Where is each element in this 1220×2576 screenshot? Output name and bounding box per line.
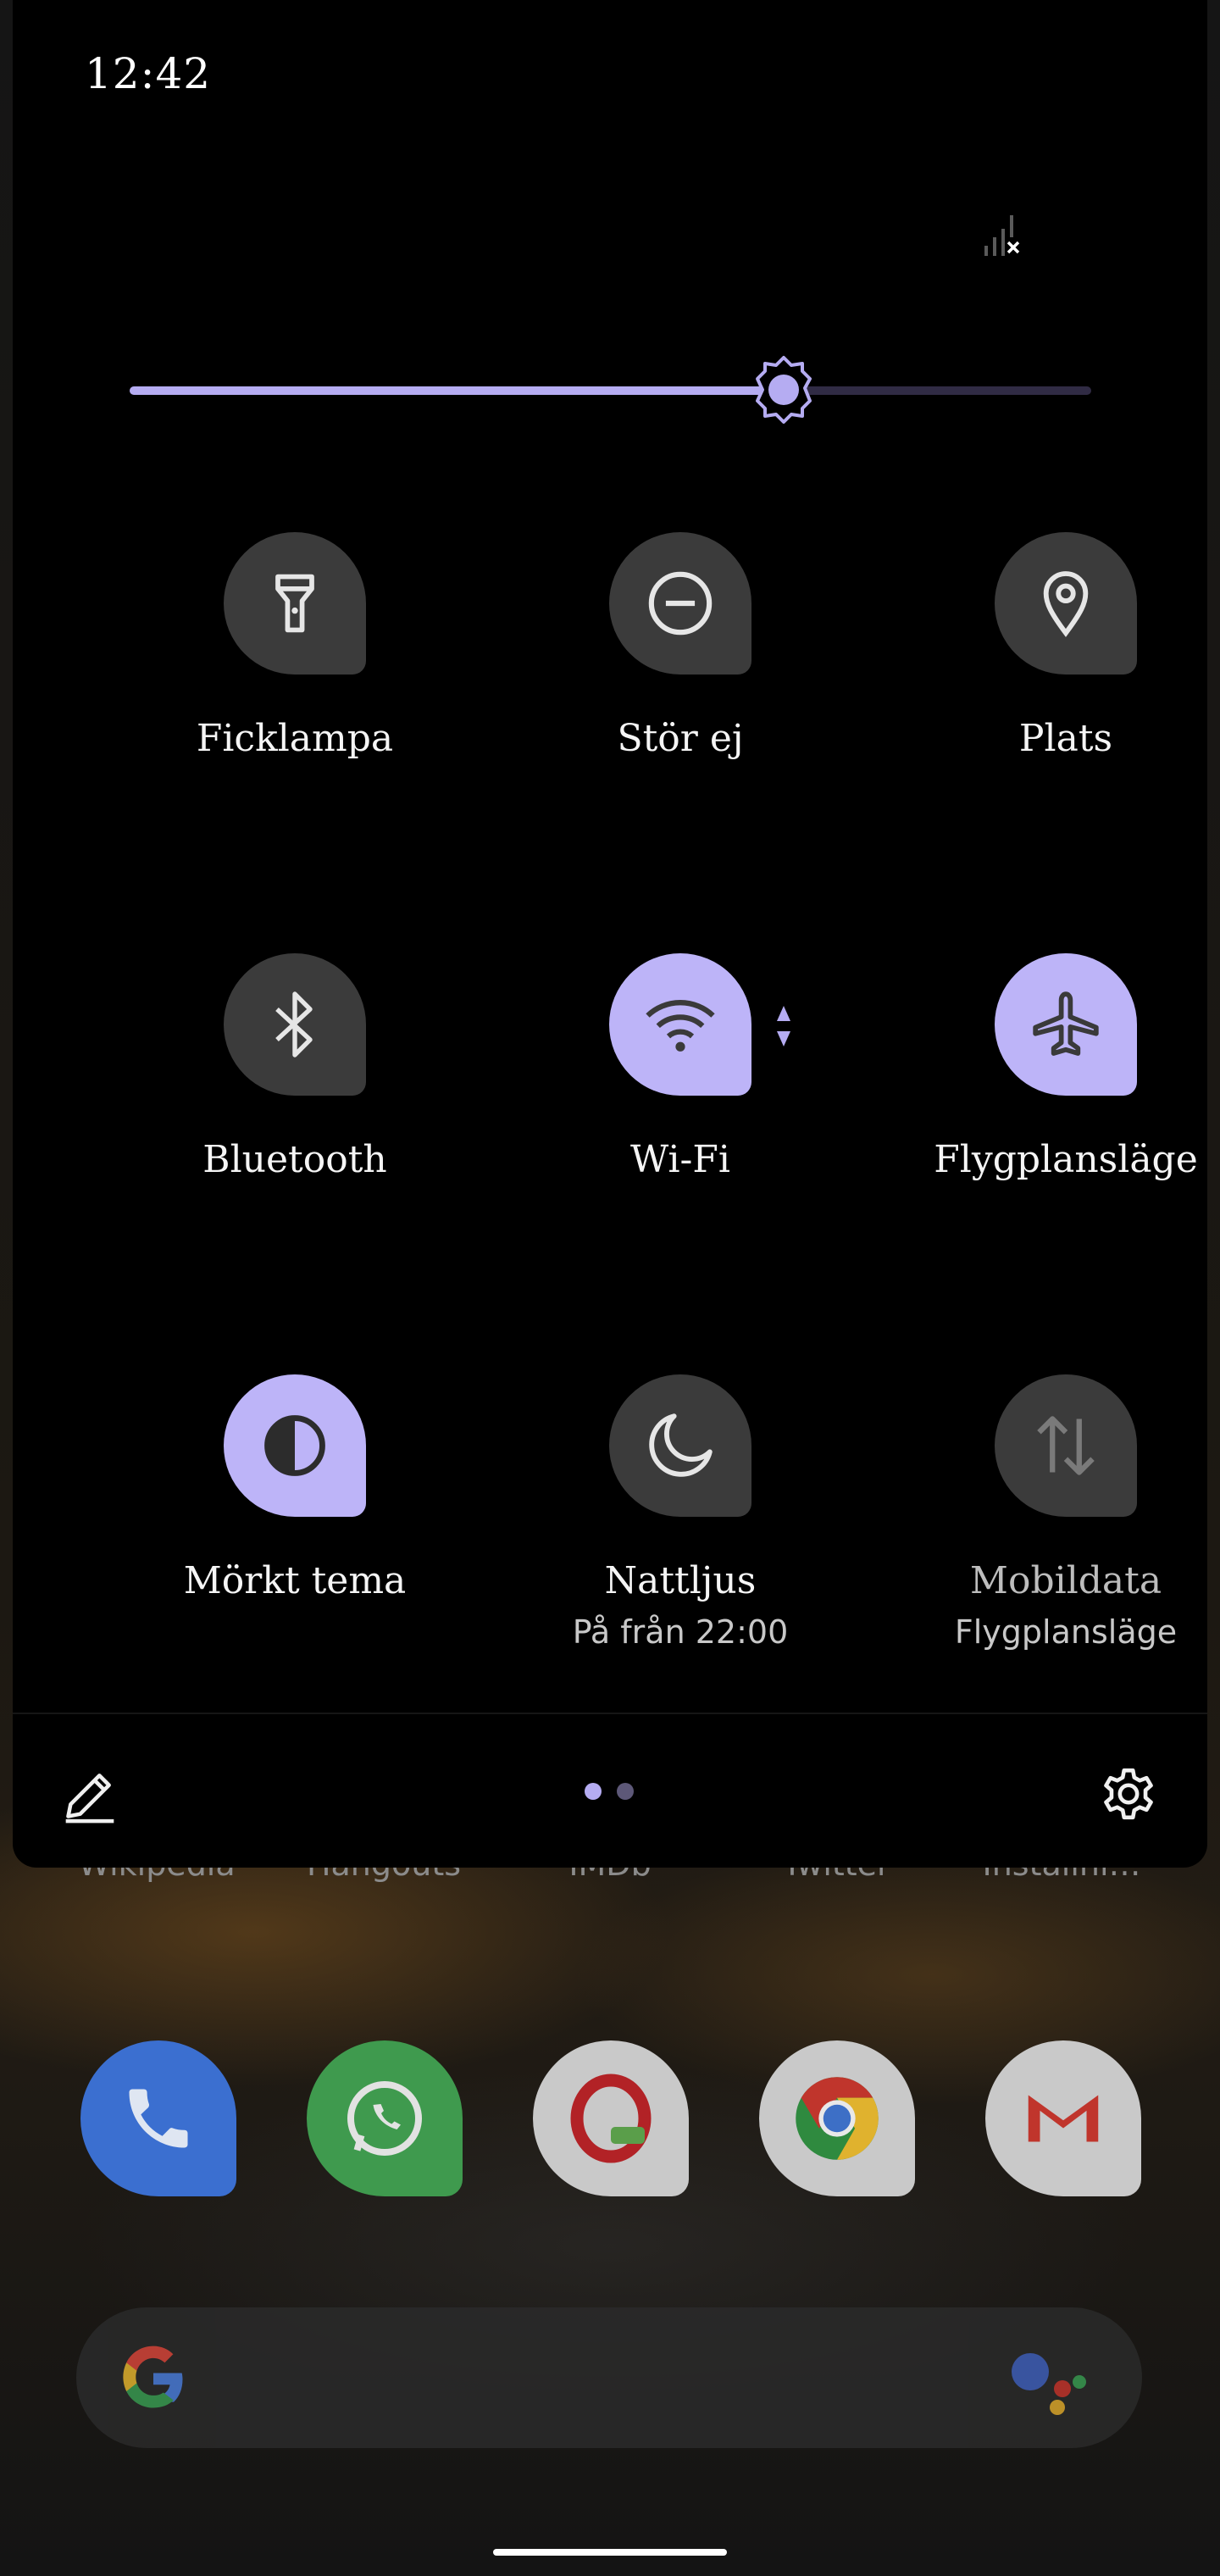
brightness-slider[interactable] — [130, 356, 1091, 424]
settings-gear-icon[interactable] — [1097, 1763, 1160, 1825]
do-not-disturb-icon — [648, 571, 713, 636]
tile-night-light-button[interactable] — [609, 1374, 751, 1517]
tile-bluetooth-button[interactable] — [224, 953, 366, 1096]
airplane-icon — [1033, 991, 1099, 1056]
tile-bluetooth[interactable]: Bluetooth — [120, 953, 476, 1233]
chrome-app-icon[interactable] — [759, 2040, 915, 2196]
dark-theme-icon — [264, 1415, 325, 1476]
google-assistant-icon[interactable] — [1006, 2348, 1091, 2416]
tile-bluetooth-label: Bluetooth — [202, 1138, 387, 1181]
tile-night-light-label: Nattljus — [604, 1559, 757, 1602]
tile-do-not-disturb[interactable]: Stör ej — [506, 532, 862, 812]
tile-mobile-data-label: Mobildata — [969, 1559, 1162, 1602]
location-pin-icon — [1043, 571, 1089, 637]
bluetooth-icon — [275, 991, 313, 1058]
tile-wifi-button[interactable] — [609, 953, 751, 1096]
mobile-data-icon — [1037, 1416, 1095, 1475]
tile-airplane-mode-label: Flygplansläge — [934, 1138, 1198, 1181]
footer-divider — [13, 1713, 1207, 1714]
moon-icon — [649, 1413, 713, 1477]
status-bar-clock: 12:42 — [85, 49, 212, 98]
page-dot-active — [585, 1783, 602, 1800]
wifi-icon — [646, 1000, 715, 1052]
whatsapp-app-icon[interactable] — [307, 2040, 463, 2196]
home-dock — [0, 2040, 1220, 2197]
tile-wifi-label: Wi-Fi — [630, 1138, 730, 1181]
opera-mini-app-icon[interactable] — [533, 2040, 689, 2196]
tile-mobile-data-button[interactable] — [995, 1374, 1137, 1517]
tile-mobile-data[interactable]: Mobildata Flygplansläge — [891, 1374, 1220, 1654]
tile-dark-theme-button[interactable] — [224, 1374, 366, 1517]
tile-wifi[interactable]: Wi-Fi — [506, 953, 862, 1233]
phone-app-icon[interactable] — [80, 2040, 236, 2196]
google-search-bar[interactable] — [76, 2307, 1142, 2448]
tile-airplane-mode-button[interactable] — [995, 953, 1137, 1096]
tile-mobile-data-sublabel: Flygplansläge — [954, 1613, 1178, 1651]
tile-flashlight-button[interactable] — [224, 532, 366, 675]
tile-dark-theme-label: Mörkt tema — [183, 1559, 407, 1602]
no-signal-icon — [984, 215, 1020, 256]
tile-airplane-mode[interactable]: Flygplansläge — [891, 953, 1220, 1233]
tile-location[interactable]: Plats — [891, 532, 1220, 812]
page-dot-inactive[interactable] — [617, 1783, 634, 1800]
tile-location-button[interactable] — [995, 532, 1137, 675]
tile-flashlight-label: Ficklampa — [196, 717, 394, 760]
tile-location-label: Plats — [1018, 717, 1113, 760]
flashlight-icon — [275, 574, 314, 633]
page-indicator — [585, 1783, 635, 1802]
gesture-navigation-handle[interactable] — [493, 2549, 727, 2556]
brightness-thumb-sun-icon[interactable] — [748, 354, 819, 425]
tile-dark-theme[interactable]: Mörkt tema — [120, 1374, 476, 1654]
google-g-icon — [123, 2346, 183, 2408]
edit-pencil-icon[interactable] — [61, 1766, 119, 1824]
gmail-app-icon[interactable] — [985, 2040, 1141, 2196]
wifi-data-activity-icon — [777, 1006, 790, 1046]
tile-do-not-disturb-label: Stör ej — [617, 717, 744, 760]
brightness-fill — [130, 386, 784, 395]
tile-flashlight[interactable]: Ficklampa — [120, 532, 476, 812]
tile-night-light[interactable]: Nattljus På från 22:00 — [506, 1374, 862, 1654]
tile-do-not-disturb-button[interactable] — [609, 532, 751, 675]
tile-night-light-sublabel: På från 22:00 — [572, 1613, 789, 1651]
